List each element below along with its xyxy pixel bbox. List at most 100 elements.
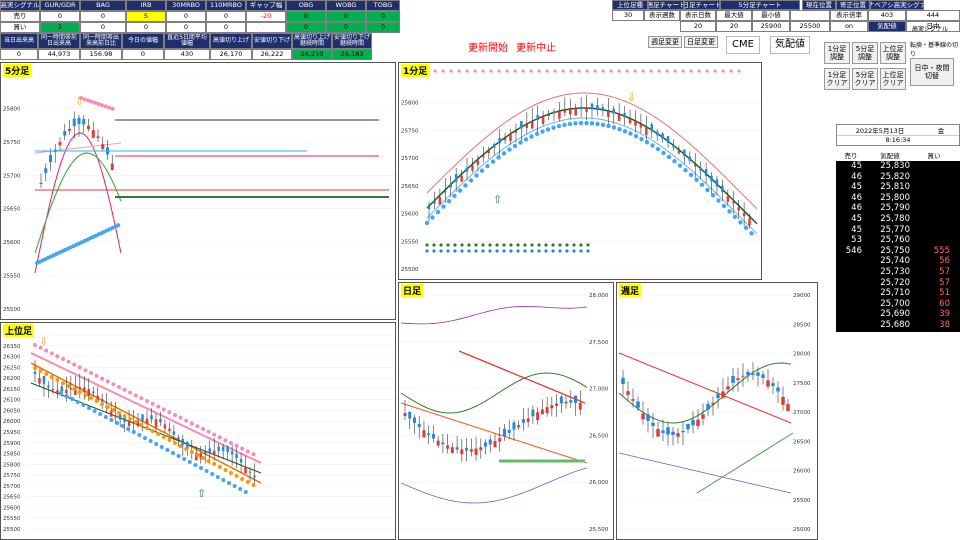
tr-label: 現在位置 xyxy=(802,0,836,10)
pink-dot-series xyxy=(240,446,245,451)
orderbook-row[interactable]: 46 25,800 xyxy=(836,193,960,204)
up-arrow-icon: ⇧ xyxy=(197,487,206,500)
orderbook-row[interactable]: 53 25,760 xyxy=(836,235,960,246)
candle-body xyxy=(756,372,760,376)
orange-dot-series xyxy=(139,423,144,427)
candle-body xyxy=(671,431,675,436)
chart-5min[interactable]: 5分足 258502580025750257002565025600255502… xyxy=(0,62,396,320)
y-tick-label: 29000 xyxy=(793,293,811,299)
orderbook-cell: 25,690 xyxy=(880,309,910,320)
candle-body xyxy=(438,197,442,205)
chart-daily[interactable]: 日足 28,000 27,500 27,000 26,500 26,000 25,500 xyxy=(398,282,614,540)
chart-weekly[interactable]: 週足 29000 28500 28000 27500 27000 26500 26000 25… xyxy=(616,282,818,540)
blue-dot-series xyxy=(683,167,688,173)
chart-1min-title: 1分足 xyxy=(401,64,430,77)
candle-body xyxy=(460,175,463,182)
orderbook-row[interactable]: 45 25,830 xyxy=(836,161,960,172)
hdr-value: 0 xyxy=(122,49,164,60)
m1-clear-button[interactable]: 1分足 クリア xyxy=(824,68,850,90)
orderbook-row[interactable]: 45 25,770 xyxy=(836,225,960,236)
blue-dot-series xyxy=(70,397,75,401)
candle-body xyxy=(631,399,635,401)
pink-dot-series xyxy=(251,452,256,457)
orderbook-row[interactable]: 25,740 56 xyxy=(836,256,960,267)
blue-dot-series xyxy=(644,139,650,145)
y-tick-label: 25500 xyxy=(401,267,419,273)
candle-body xyxy=(109,410,113,417)
orderbook-cell: 39 xyxy=(939,309,950,320)
orderbook-row[interactable]: 25,710 51 xyxy=(836,288,960,299)
hdr-value: 0 xyxy=(366,22,400,33)
blue-dot-series xyxy=(507,147,512,152)
top-right-header: 上位足種 週足チャート 日足チャート 5分足チャート 現在位置 寄正位置 ナベアシ高実シグナ… xyxy=(612,0,960,34)
orderbook-row[interactable]: 25,690 39 xyxy=(836,309,960,320)
m1-adjust-button[interactable]: 1分足 調整 xyxy=(824,42,850,64)
blue-dot-series xyxy=(556,123,562,129)
candle-body xyxy=(65,389,68,394)
blue-dot-series xyxy=(148,439,153,443)
orderbook-row[interactable]: 546 25,750 555 xyxy=(836,246,960,257)
orderbook-row[interactable]: 25,680 38 xyxy=(836,320,960,331)
candle-body xyxy=(168,428,171,431)
green-dot-series xyxy=(481,243,485,247)
candle-body xyxy=(639,124,643,128)
signal-label: 高実シグナル xyxy=(912,26,949,33)
blue-dot-series xyxy=(488,249,492,253)
m5-adjust-button[interactable]: 5分足 調整 xyxy=(852,42,878,64)
session-toggle-button[interactable]: 日中・夜間 切替 xyxy=(910,58,954,86)
candle-body xyxy=(39,182,43,184)
upper-adjust-button[interactable]: 上位足 調整 xyxy=(880,42,906,64)
orderbook-row[interactable]: 45 25,780 xyxy=(836,214,960,225)
candle-body xyxy=(49,155,52,163)
y-tick-label: 25850 xyxy=(3,452,21,458)
orange-dot-series xyxy=(66,384,71,388)
stop-update-button[interactable]: 更新中止 xyxy=(514,42,558,56)
blue-dot-series xyxy=(446,198,452,204)
pink-dot-series xyxy=(577,69,581,73)
candle-body xyxy=(696,419,700,427)
cme-button[interactable]: CME xyxy=(726,36,760,54)
orderbook-row[interactable]: 45 25,810 xyxy=(836,182,960,193)
kehai-button[interactable]: 気配値 xyxy=(770,36,810,54)
orderbook-cell xyxy=(910,225,950,236)
candle-body xyxy=(87,125,90,130)
upper-change-button[interactable]: 週足変更 xyxy=(648,36,682,48)
chart-1min[interactable]: 1分足 258502580025750257002565025600255502… xyxy=(398,62,762,280)
blue-dot-series xyxy=(666,154,672,160)
chart-upper[interactable]: 上位足 264002635026300262502620026150261002… xyxy=(0,322,396,540)
orderbook-row[interactable]: 25,720 57 xyxy=(836,278,960,289)
blue-dot-series xyxy=(699,182,705,188)
candle-body xyxy=(145,418,149,424)
candle-body xyxy=(449,184,452,188)
tr-value xyxy=(790,10,830,21)
pink-dot-series xyxy=(229,441,233,445)
blue-dot-series xyxy=(633,133,639,139)
candle-body xyxy=(417,423,421,428)
lookup-label: 転換・基準線の切り xyxy=(910,42,959,58)
blue-dot-series xyxy=(460,249,464,253)
start-update-button[interactable]: 更新開始 xyxy=(466,42,510,56)
blue-dot-series xyxy=(518,140,523,145)
candle-body xyxy=(446,445,450,449)
daily-change-button[interactable]: 日足変更 xyxy=(684,36,718,48)
orderbook-row[interactable]: 25,700 60 xyxy=(836,299,960,310)
pink-dot-series xyxy=(105,379,110,384)
y-tick-label: 25,500 xyxy=(589,527,609,533)
orderbook-row[interactable]: 46 25,790 xyxy=(836,203,960,214)
candle-body xyxy=(502,428,506,437)
orderbook-cell xyxy=(836,288,862,299)
orderbook-row[interactable]: 46 25,820 xyxy=(836,172,960,183)
tr-label: 週足チャート xyxy=(648,0,684,10)
orange-dot-series xyxy=(133,420,138,424)
pink-dot-series xyxy=(184,418,189,423)
blue-dot-series xyxy=(463,183,468,188)
blue-dot-series xyxy=(243,490,248,494)
candle-body xyxy=(688,156,692,161)
blue-dot-series xyxy=(655,146,661,152)
m5-clear-button[interactable]: 5分足 クリア xyxy=(852,68,878,90)
blue-dot-series xyxy=(529,134,534,139)
orderbook-cell: 46 xyxy=(851,203,862,214)
orderbook-row[interactable]: 25,730 57 xyxy=(836,267,960,278)
y-tick-label: 25750 xyxy=(3,140,21,146)
upper-clear-button[interactable]: 上位足 クリア xyxy=(880,68,906,90)
